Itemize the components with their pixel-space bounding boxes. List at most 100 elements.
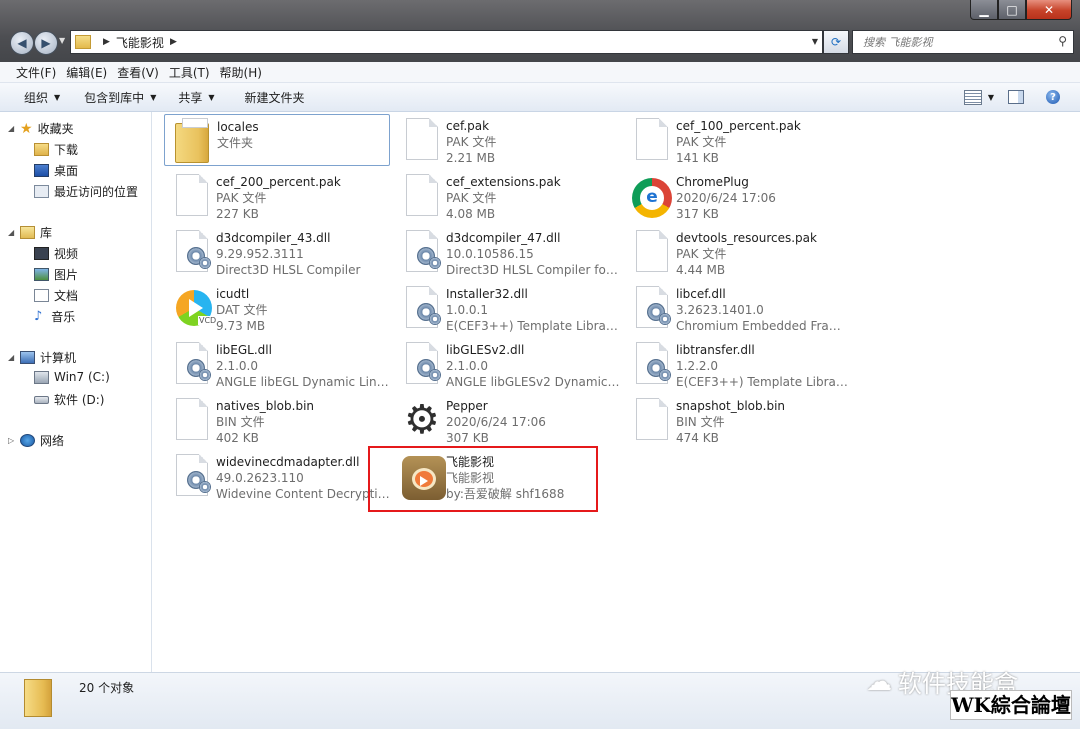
file-item[interactable]: libtransfer.dll 1.2.2.0 E(CEF3++) Template… xyxy=(624,338,850,390)
file-item-locales[interactable]: locales 文件夹 xyxy=(164,114,390,166)
forward-button[interactable]: ▶ xyxy=(34,31,58,55)
file-item[interactable]: snapshot_blob.bin BIN 文件 474 KB xyxy=(624,394,850,446)
file-item[interactable]: libEGL.dll 2.1.0.0 ANGLE libEGL Dynamic Li… xyxy=(164,338,390,390)
dll-icon xyxy=(398,230,444,276)
share-label: 共享 xyxy=(178,90,203,105)
nav-libraries[interactable]: ◢ 库 xyxy=(8,224,52,241)
tv-app-icon xyxy=(398,454,446,500)
include-in-library-button[interactable]: 包含到库中 ▼ xyxy=(76,89,164,106)
file-item[interactable]: ⚙ Pepper 2020/6/24 17:06 307 KB xyxy=(394,394,620,446)
file-type: DAT 文件 xyxy=(216,303,268,317)
nav-desktop[interactable]: 桌面 xyxy=(34,162,78,179)
file-version: 2.1.0.0 xyxy=(216,359,258,373)
folder-icon xyxy=(169,118,215,165)
file-type: PAK 文件 xyxy=(446,191,497,205)
nav-favorites[interactable]: ◢ ★ 收藏夹 xyxy=(8,120,74,137)
file-type: PAK 文件 xyxy=(446,135,497,149)
dll-icon xyxy=(628,342,674,388)
gear-icon: ⚙ xyxy=(404,397,440,443)
close-button[interactable]: ✕ xyxy=(1026,0,1072,20)
breadcrumb-chevron-icon[interactable]: ▶ xyxy=(170,37,177,47)
vcd-player-icon: VCD xyxy=(168,286,218,332)
nav-label: 音乐 xyxy=(51,310,76,324)
dropdown-arrow-icon: ▼ xyxy=(208,92,215,102)
menu-help[interactable]: 帮助(H) xyxy=(218,64,270,81)
file-item[interactable]: d3dcompiler_47.dll 10.0.10586.15 Direct3D … xyxy=(394,226,620,278)
address-history-dropdown[interactable]: ▼ xyxy=(812,37,818,46)
nav-drive-d[interactable]: 软件 (D:) xyxy=(34,391,104,408)
file-name: widevinecdmadapter.dll xyxy=(216,455,360,469)
file-item[interactable]: libcef.dll 3.2623.1401.0 Chromium Embedded… xyxy=(624,282,850,334)
file-type: PAK 文件 xyxy=(676,135,727,149)
dll-icon xyxy=(628,286,674,332)
computer-icon xyxy=(20,351,35,364)
expand-icon[interactable]: ◢ xyxy=(8,353,20,362)
minimize-button[interactable]: ▁ xyxy=(970,0,998,20)
file-name: icudtl xyxy=(216,287,250,301)
dll-icon xyxy=(398,342,444,388)
search-input[interactable] xyxy=(861,34,1045,50)
file-type: BIN 文件 xyxy=(216,415,265,429)
file-name: libtransfer.dll xyxy=(676,343,755,357)
file-item[interactable]: ChromePlug 2020/6/24 17:06 317 KB xyxy=(624,170,850,222)
organize-button[interactable]: 组织 ▼ xyxy=(16,89,68,106)
nav-pictures[interactable]: 图片 xyxy=(34,266,78,283)
breadcrumb-item[interactable]: 飞能影视 xyxy=(116,34,164,51)
change-view-icon[interactable] xyxy=(963,89,982,105)
hard-drive-icon xyxy=(34,395,49,404)
file-item[interactable]: VCD icudtl DAT 文件 9.73 MB xyxy=(164,282,390,334)
search-box[interactable]: ⚲ xyxy=(852,30,1074,54)
nav-documents[interactable]: 文档 xyxy=(34,287,78,304)
nav-label: 计算机 xyxy=(40,351,77,365)
address-bar[interactable]: ▶ 飞能影视 ▶ ▼ xyxy=(70,30,823,54)
view-dropdown-icon[interactable]: ▼ xyxy=(988,93,994,102)
file-item[interactable]: libGLESv2.dll 2.1.0.0 ANGLE libGLESv2 Dyna… xyxy=(394,338,620,390)
new-folder-button[interactable]: 新建文件夹 xyxy=(237,89,313,106)
pictures-library-icon xyxy=(34,268,49,281)
nav-music[interactable]: ♪ 音乐 xyxy=(34,308,75,325)
file-item-app[interactable]: 飞能影视 飞能影视 by:吾爱破解 shf1688 xyxy=(394,450,620,502)
file-item[interactable]: d3dcompiler_43.dll 9.29.952.3111 Direct3D … xyxy=(164,226,390,278)
nav-downloads[interactable]: 下载 xyxy=(34,141,78,158)
back-button[interactable]: ◀ xyxy=(10,31,34,55)
browser-icon xyxy=(628,174,674,220)
wechat-icon: ☁ xyxy=(866,666,892,697)
collapse-icon[interactable]: ▷ xyxy=(8,436,20,445)
file-item[interactable]: cef_200_percent.pak PAK 文件 227 KB xyxy=(164,170,390,222)
nav-label: Win7 (C:) xyxy=(54,370,110,384)
menu-edit[interactable]: 编辑(E) xyxy=(64,64,115,81)
nav-network[interactable]: ▷ 网络 xyxy=(8,432,64,449)
file-item[interactable]: natives_blob.bin BIN 文件 402 KB xyxy=(164,394,390,446)
file-version: 3.2623.1401.0 xyxy=(676,303,764,317)
share-button[interactable]: 共享 ▼ xyxy=(170,89,222,106)
watermark-forum: WK綜合論壇 xyxy=(950,690,1072,720)
nav-drive-c[interactable]: Win7 (C:) xyxy=(34,370,110,384)
refresh-button[interactable]: ⟳ xyxy=(823,30,849,54)
file-item[interactable]: cef_100_percent.pak PAK 文件 141 KB xyxy=(624,114,850,166)
help-icon[interactable]: ? xyxy=(1046,90,1060,104)
nav-label: 桌面 xyxy=(54,164,79,178)
preview-pane-icon[interactable] xyxy=(1008,90,1024,104)
maximize-button[interactable]: □ xyxy=(998,0,1026,20)
breadcrumb-chevron-icon[interactable]: ▶ xyxy=(103,37,110,47)
file-icon xyxy=(168,174,214,220)
file-item[interactable]: cef_extensions.pak PAK 文件 4.08 MB xyxy=(394,170,620,222)
file-item[interactable]: Installer32.dll 1.0.0.1 E(CEF3++) Template… xyxy=(394,282,620,334)
expand-icon[interactable]: ◢ xyxy=(8,228,20,237)
file-name: libEGL.dll xyxy=(216,343,272,357)
menu-view[interactable]: 查看(V) xyxy=(115,64,167,81)
recent-pages-dropdown[interactable]: ▼ xyxy=(59,36,65,45)
file-item[interactable]: devtools_resources.pak PAK 文件 4.44 MB xyxy=(624,226,850,278)
file-name: cef_extensions.pak xyxy=(446,175,561,189)
file-item[interactable]: widevinecdmadapter.dll 49.0.2623.110 Widev… xyxy=(164,450,390,502)
arrow-right-icon: ▶ xyxy=(41,36,51,50)
nav-computer[interactable]: ◢ 计算机 xyxy=(8,349,76,366)
title-bar: ▁ □ ✕ ◀ ▶ ▼ ▶ 飞能影视 ▶ ▼ ⟳ ⚲ xyxy=(0,0,1080,62)
nav-videos[interactable]: 视频 xyxy=(34,245,78,262)
menu-file[interactable]: 文件(F) xyxy=(0,64,64,81)
nav-recent-places[interactable]: 最近访问的位置 xyxy=(34,183,138,200)
file-item[interactable]: cef.pak PAK 文件 2.21 MB xyxy=(394,114,620,166)
expand-icon[interactable]: ◢ xyxy=(8,124,20,133)
menu-tools[interactable]: 工具(T) xyxy=(167,64,218,81)
search-icon[interactable]: ⚲ xyxy=(1058,34,1067,48)
